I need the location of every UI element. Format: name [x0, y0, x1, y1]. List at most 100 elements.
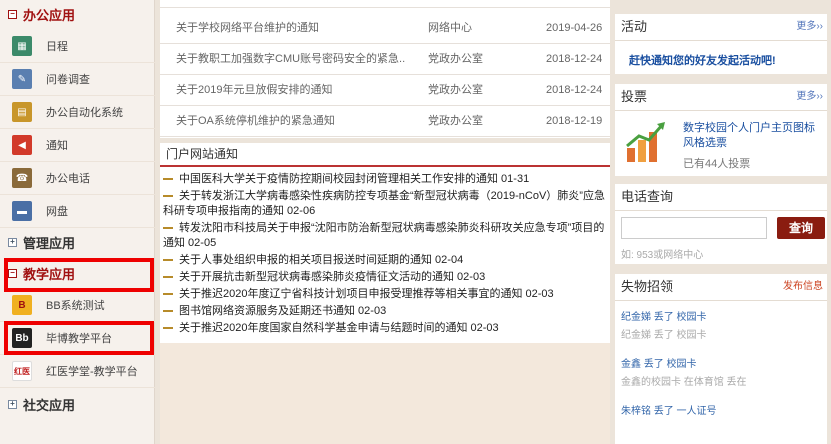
table-row[interactable]: 关于学校网络平台维护的通知 网络中心 2019-04-26 [160, 13, 610, 44]
notice-dept: 党政办公室 [428, 84, 483, 96]
expand-icon[interactable]: + [8, 237, 17, 247]
section-manage[interactable]: + 管理应用 [0, 228, 155, 256]
post-info-link[interactable]: 发布信息 [783, 274, 823, 300]
sidebar-item-phone[interactable]: ☎ 办公电话 [0, 162, 155, 195]
table-row[interactable] [160, 0, 610, 8]
list-item[interactable]: 关于推迟2020年度国家自然科学基金申请与结题时间的通知 02-03 [160, 321, 610, 336]
panel-title: 电话查询 [621, 189, 674, 204]
calendar-icon: ▦ [12, 36, 32, 56]
bullet-icon [163, 310, 173, 313]
table-row[interactable]: 关于OA系统停机维护的紧急通知 党政办公室 2018-12-19 [160, 106, 610, 137]
notice-date: 2018-12-19 [546, 115, 603, 127]
list-item-desc: 纪金娣 丢了 校园卡 [621, 330, 707, 341]
list-item[interactable]: 中国医科大学关于疫情防控期间校园封闭管理相关工作安排的通知 01-31 [160, 172, 610, 187]
section-title: 管理应用 [23, 235, 76, 251]
notice-date: 2018-12-24 [546, 53, 603, 65]
list-item[interactable]: 关于开展抗击新型冠状病毒感染肺炎疫情征文活动的通知 02-03 [160, 270, 610, 285]
list-item[interactable]: 金鑫 丢了 校园卡 [621, 355, 697, 370]
table-row[interactable]: 关于2019年元旦放假安排的通知 党政办公室 2018-12-24 [160, 75, 610, 106]
sidebar-item-label: 日程 [46, 41, 68, 53]
list-item[interactable]: 图书馆网络资源服务及延期还书通知 02-03 [160, 304, 610, 319]
vote-count: 已有44人投票 [683, 158, 751, 170]
notice-title[interactable]: 关于学校网络平台维护的通知 [176, 13, 406, 44]
notice-title[interactable]: 关于2019年元旦放假安排的通知 [176, 75, 406, 106]
panel-title: 活动 [621, 19, 648, 34]
sidebar-item-label: 网盘 [46, 206, 68, 218]
netdisk-icon: ▬ [12, 201, 32, 221]
more-link[interactable]: 更多›› [796, 14, 823, 40]
divider [615, 210, 827, 211]
notice-dept: 党政办公室 [428, 115, 483, 127]
section-title: 办公应用 [23, 7, 76, 23]
list-item[interactable]: 关于推迟2020年度辽宁省科技计划项目申报受理推荐等相关事宜的通知 02-03 [160, 287, 610, 302]
left-sidebar: − 办公应用 ▦ 日程 ✎ 问卷调查 ▤ 办公自动化系统 ◀ 通知 ☎ 办公电话… [0, 0, 155, 444]
divider [615, 40, 827, 41]
highlight-box [4, 321, 154, 355]
panel-title: 失物招领 [621, 279, 674, 294]
sidebar-item-label: 办公自动化系统 [46, 107, 123, 119]
sidebar-item-netdisk[interactable]: ▬ 网盘 [0, 195, 155, 228]
list-item[interactable]: 关于人事处组织申报的相关项目报送时间延期的通知 02-04 [160, 253, 610, 268]
bullet-icon [163, 293, 173, 296]
divider [615, 300, 827, 301]
divider [615, 110, 827, 111]
table-row[interactable]: 关于教职工加强数字CMU账号密码安全的紧急... 党政办公室 2018-12-2… [160, 44, 610, 75]
notice-icon: ◀ [12, 135, 32, 155]
phone-icon: ☎ [12, 168, 32, 188]
sidebar-item-notice[interactable]: ◀ 通知 [0, 129, 155, 162]
sidebar-item-office-system[interactable]: ▤ 办公自动化系统 [0, 96, 155, 129]
bullet-icon [163, 327, 173, 330]
notice-date: 2019-04-26 [546, 22, 603, 34]
bullet-icon [163, 178, 173, 181]
more-link[interactable]: 更多›› [796, 84, 823, 110]
vote-desc[interactable]: 数字校园个人门户主页图标风格选票 [683, 121, 821, 151]
portal-title: 门户网站通知 [160, 143, 610, 167]
notice-table: 关于学校网络平台维护的通知 网络中心 2019-04-26 关于教职工加强数字C… [160, 0, 610, 138]
notice-title[interactable]: 关于OA系统停机维护的紧急通知 [176, 106, 406, 137]
activity-panel: 活动 更多›› 赶快通知您的好友发起活动吧! [615, 14, 827, 74]
sidebar-item-survey[interactable]: ✎ 问卷调查 [0, 63, 155, 96]
notice-title[interactable]: 关于教职工加强数字CMU账号密码安全的紧急... [176, 44, 406, 75]
sidebar-item-label: 通知 [46, 140, 68, 152]
notice-dept: 党政办公室 [428, 53, 483, 65]
hongyi-icon: 红医 [12, 361, 32, 381]
sidebar-item-bb-test[interactable]: B BB系统测试 [0, 289, 155, 322]
phone-panel: 电话查询 查询 如: 953或网络中心 [615, 184, 827, 264]
lost-found-panel: 失物招领 发布信息 纪金娣 丢了 校园卡 纪金娣 丢了 校园卡 金鑫 丢了 校园… [615, 274, 827, 444]
bullet-icon [163, 227, 173, 230]
sidebar-item-label: 红医学堂-教学平台 [46, 366, 138, 378]
office-system-icon: ▤ [12, 102, 32, 122]
section-office[interactable]: − 办公应用 [0, 0, 155, 28]
notice-date: 2018-12-24 [546, 84, 603, 96]
list-item[interactable]: 转发沈阳市科技局关于申报“沈阳市防治新型冠状病毒感染肺炎科研攻关应急专项”项目的… [160, 221, 610, 251]
list-item[interactable]: 纪金娣 丢了 校园卡 [621, 308, 707, 323]
bb-icon: B [12, 295, 32, 315]
section-title: 社交应用 [23, 397, 76, 413]
expand-icon[interactable]: + [8, 399, 17, 409]
portal-notices: 门户网站通知 中国医科大学关于疫情防控期间校园封闭管理相关工作安排的通知 01-… [160, 143, 610, 343]
activity-link[interactable]: 赶快通知您的好友发起活动吧! [629, 52, 776, 68]
lower-panel [160, 343, 610, 444]
highlight-box [4, 258, 154, 292]
notice-dept: 网络中心 [428, 22, 472, 34]
query-button[interactable]: 查询 [777, 217, 825, 239]
sidebar-item-label: 问卷调查 [46, 74, 90, 86]
list-item-desc: 金鑫的校园卡 在体育馆 丢在 [621, 377, 747, 388]
survey-icon: ✎ [12, 69, 32, 89]
sidebar-item-hongyi[interactable]: 红医 红医学堂-教学平台 [0, 355, 155, 388]
bullet-icon [163, 195, 173, 198]
bullet-icon [163, 276, 173, 279]
section-social[interactable]: + 社交应用 [0, 390, 155, 418]
sidebar-item-calendar[interactable]: ▦ 日程 [0, 30, 155, 63]
bullet-icon [163, 259, 173, 262]
list-item[interactable]: 朱梓铭 丢了 一人证号 [621, 402, 717, 417]
panel-title: 投票 [621, 89, 648, 104]
sidebar-item-label: 办公电话 [46, 173, 90, 185]
sidebar-item-label: BB系统测试 [46, 300, 105, 312]
vote-panel: 投票 更多›› 数字校园个人门户主页图标风格选票 已有44人投票 [615, 84, 827, 176]
chart-icon [626, 122, 665, 162]
list-item[interactable]: 关于转发浙江大学病毒感染性疾病防控专项基金“新型冠状病毒（2019-nCoV）肺… [160, 189, 610, 219]
phone-search-input[interactable] [621, 217, 767, 239]
collapse-icon[interactable]: − [8, 9, 17, 19]
phone-hint: 如: 953或网络中心 [621, 250, 704, 261]
